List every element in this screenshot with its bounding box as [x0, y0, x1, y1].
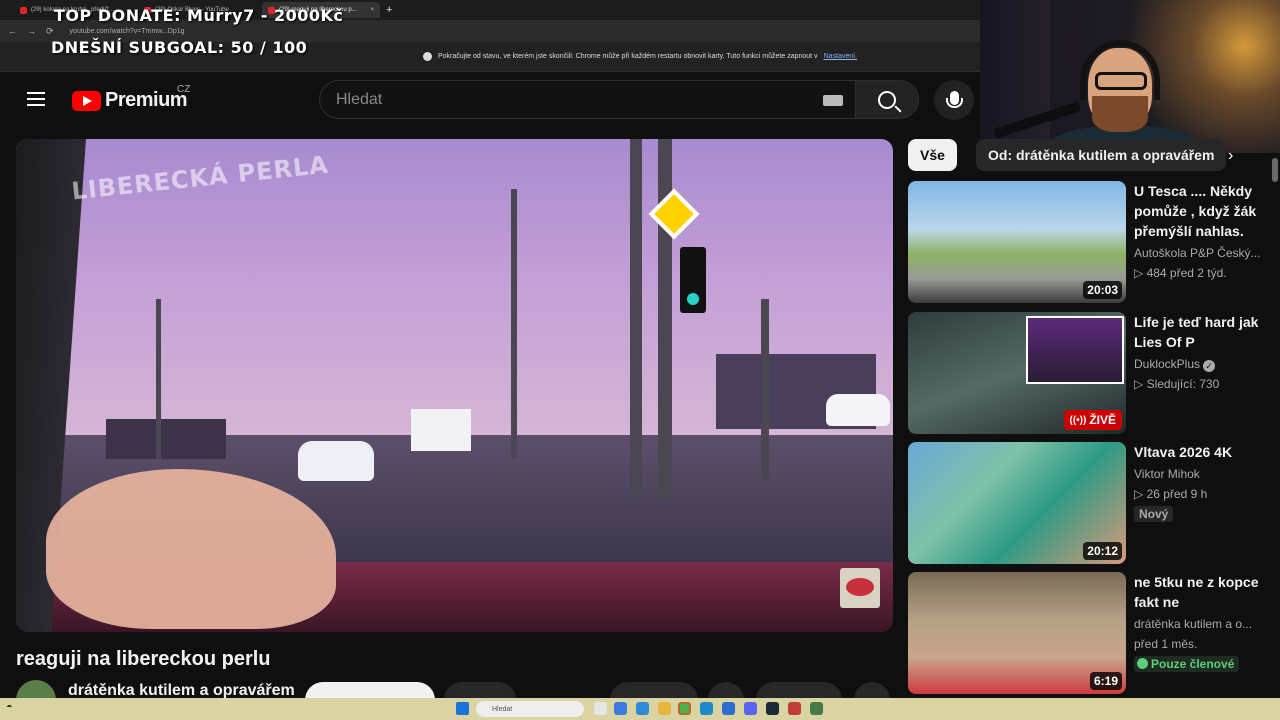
recommendation-item[interactable]: ((•)) ŽIVĚ Life je teď hard jak Lies Of P…	[908, 312, 1268, 434]
screen: (29) kolona na kruhá...předjíž... (29) O…	[0, 0, 1280, 720]
search-placeholder: Hledat	[336, 90, 383, 108]
app-icon[interactable]	[636, 702, 649, 715]
windows-taskbar: ☁ Hledat	[0, 698, 1280, 720]
discord-icon[interactable]	[744, 702, 757, 715]
recommendation-item[interactable]: 6:19 ne 5tku ne z kopce fakt ne drátěnka…	[908, 572, 1268, 694]
scrollbar[interactable]	[1272, 158, 1278, 182]
video-thumbnail[interactable]: 20:12	[908, 442, 1126, 564]
youtube-favicon-icon	[20, 6, 27, 14]
headphones-icon	[1080, 40, 1160, 100]
weather-widget-icon[interactable]: ☁	[6, 702, 12, 709]
file-explorer-icon[interactable]	[658, 702, 671, 715]
channel-row: drátěnka kutilem a opravářem	[16, 680, 893, 700]
back-icon[interactable]: ←	[8, 26, 17, 36]
forward-icon[interactable]: →	[27, 26, 36, 36]
play-icon: ▷	[1134, 487, 1147, 501]
hamburger-menu-icon[interactable]	[27, 92, 45, 106]
members-only-icon	[1137, 658, 1148, 669]
app-icon[interactable]	[810, 702, 823, 715]
top-donate-overlay: TOP DONATE: Murry7 - 2000Kč	[54, 6, 344, 25]
video-thumbnail[interactable]: 20:03	[908, 181, 1126, 303]
live-badge: ((•)) ŽIVĚ	[1063, 410, 1122, 430]
chevron-right-icon[interactable]: ›	[1228, 147, 1233, 165]
recommendation-stats: před 1 měs.	[1134, 637, 1198, 651]
chip-all[interactable]: Vše	[908, 139, 957, 171]
task-view-icon[interactable]	[594, 702, 607, 715]
channel-watermark-logo[interactable]	[840, 568, 880, 608]
search-input[interactable]: Hledat	[319, 80, 856, 119]
video-thumbnail[interactable]: ((•)) ŽIVĚ	[908, 312, 1126, 434]
windows-start-icon[interactable]	[456, 702, 469, 715]
recommendation-item[interactable]: 20:12 Vltava 2026 4K Viktor Mihok ▷ 26 p…	[908, 442, 1268, 564]
app-icon[interactable]	[788, 702, 801, 715]
recommendation-title[interactable]: Vltava 2026 4K	[1134, 442, 1266, 462]
webcam-inset	[1026, 316, 1124, 384]
streamer-webcam	[980, 0, 1280, 153]
play-icon: ▷	[1134, 266, 1147, 280]
video-title: reaguji na libereckou perlu	[16, 648, 271, 670]
reload-icon[interactable]: ⟳	[46, 26, 54, 37]
url-field[interactable]: youtube.com/watch?v=Tmmw...Dp1g	[70, 28, 185, 35]
recommendation-channel[interactable]: Viktor Mihok	[1134, 464, 1266, 484]
steam-icon[interactable]	[766, 702, 779, 715]
youtube-premium-logo[interactable]: Premium CZ	[72, 84, 190, 112]
edge-icon[interactable]	[700, 702, 713, 715]
recommendation-stats: 26 před 9 h	[1146, 487, 1208, 501]
recommendation-stats: Sledující: 730	[1146, 377, 1220, 391]
duration-badge: 20:03	[1083, 281, 1122, 299]
members-only-badge: Pouze členové	[1151, 657, 1235, 671]
filter-chips: Vše Od: drátěnka kutilem a opravářem ›	[908, 139, 1268, 171]
live-broadcast-icon: ((•))	[1069, 414, 1087, 426]
recommendation-channel[interactable]: Autoškola P&P Český...	[1134, 243, 1266, 263]
verified-icon: ✓	[1203, 360, 1216, 372]
search-icon	[878, 90, 896, 109]
new-tab-button[interactable]: +	[386, 4, 392, 16]
recommendation-title[interactable]: U Tesca .... Někdy pomůže , když žák pře…	[1134, 181, 1266, 241]
brand-name: Premium	[105, 89, 188, 111]
country-code: CZ	[177, 84, 191, 95]
duration-badge: 20:12	[1083, 542, 1122, 560]
keyboard-icon[interactable]	[823, 95, 843, 106]
infobar-text: Pokračujte od stavu, ve kterém jste skon…	[437, 53, 818, 60]
channel-avatar[interactable]	[16, 680, 56, 700]
chrome-taskbar-icon[interactable]	[678, 702, 691, 715]
subgoal-overlay: DNEŠNÍ SUBGOAL: 50 / 100	[51, 38, 308, 57]
copilot-icon[interactable]	[614, 702, 627, 715]
recommendation-title[interactable]: Life je teď hard jak Lies Of P	[1134, 312, 1266, 352]
recommendation-item[interactable]: 20:03 U Tesca .... Někdy pomůže , když ž…	[908, 181, 1268, 303]
settings-link[interactable]: Nastavení.	[824, 53, 857, 60]
play-icon: ▷	[1134, 377, 1147, 391]
new-badge: Nový	[1134, 506, 1174, 522]
recommendation-channel[interactable]: drátěnka kutilem a o...	[1134, 614, 1266, 634]
chrome-icon	[422, 52, 432, 61]
chip-from-channel[interactable]: Od: drátěnka kutilem a opravářem	[976, 139, 1227, 171]
recommendation-stats: 484 před 2 týd.	[1146, 266, 1227, 280]
traffic-light	[680, 247, 706, 313]
youtube-play-icon	[72, 90, 101, 111]
recommendation-channel[interactable]: DuklockPlus	[1134, 357, 1200, 371]
taskbar-search-input[interactable]: Hledat	[476, 701, 584, 717]
search-button[interactable]	[855, 80, 919, 119]
video-player[interactable]: LIBERECKÁ PERLA	[16, 139, 893, 632]
app-icon[interactable]	[722, 702, 735, 715]
duration-badge: 6:19	[1089, 672, 1122, 690]
voice-search-button[interactable]	[934, 80, 974, 120]
microphone-icon	[945, 91, 963, 108]
recommendation-title[interactable]: ne 5tku ne z kopce fakt ne	[1134, 572, 1266, 612]
close-tab-icon[interactable]: ×	[370, 7, 374, 13]
video-thumbnail[interactable]: 6:19	[908, 572, 1126, 694]
